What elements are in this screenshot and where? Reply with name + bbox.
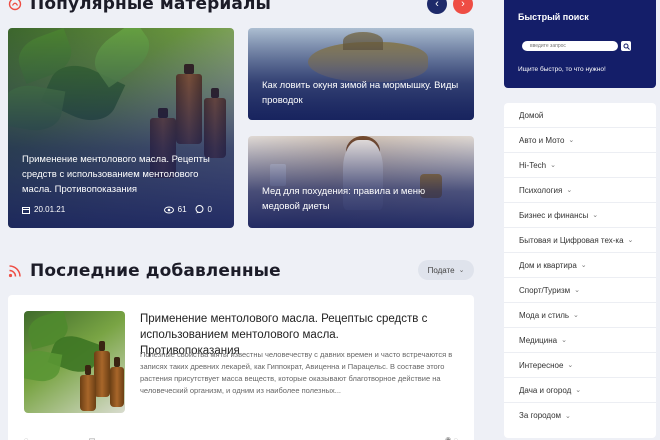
- post-meta: ◌ ▭ ◉ ◌: [24, 435, 458, 440]
- category-item[interactable]: Психология ⌄: [504, 178, 656, 203]
- category-label: Дом и квартира: [519, 260, 577, 270]
- chevron-right-icon: ›: [461, 0, 465, 10]
- chevron-down-icon: ⌄: [568, 137, 575, 144]
- category-item[interactable]: Авто и Мото ⌄: [504, 128, 656, 153]
- category-label: Медицина: [519, 335, 558, 345]
- post-excerpt: Полезные свойства мяты известны человече…: [140, 350, 453, 395]
- post-author-icon: ◌: [24, 435, 29, 440]
- date-meta: 20.01.21: [22, 205, 65, 214]
- chevron-down-icon: ⌄: [627, 237, 634, 244]
- popular-section-header: Популярные материалы: [8, 0, 271, 14]
- category-item[interactable]: Интересное ⌄: [504, 353, 656, 378]
- popular-card[interactable]: Применение ментолового масла. Рецепты ср…: [8, 28, 234, 228]
- sort-dropdown[interactable]: Подате ⌄: [418, 260, 474, 280]
- post-date-icon: ▭: [88, 435, 96, 440]
- category-item[interactable]: Бытовая и Цифровая тех-ка ⌄: [504, 228, 656, 253]
- popular-card[interactable]: Мед для похудения: правила и меню медово…: [248, 136, 474, 228]
- quick-search-title: Быстрый поиск: [518, 12, 589, 22]
- category-item[interactable]: Дача и огород ⌄: [504, 378, 656, 403]
- search-button[interactable]: [621, 41, 631, 51]
- carousel-next-button[interactable]: ›: [453, 0, 473, 14]
- category-label: Мода и стиль: [519, 310, 570, 320]
- category-label: Бизнес и финансы: [519, 210, 589, 220]
- chevron-down-icon: ⌄: [561, 337, 567, 344]
- calendar-icon: [22, 206, 30, 214]
- post-stats-icon: ◉ ◌: [444, 435, 458, 440]
- category-label: Спорт/Туризм: [519, 285, 571, 295]
- search-input[interactable]: [522, 41, 618, 51]
- chevron-down-icon: ⌄: [580, 262, 587, 269]
- category-label: За городом: [519, 411, 562, 420]
- chevron-down-icon: ⌄: [565, 412, 571, 420]
- popular-heading: Популярные материалы: [30, 0, 271, 14]
- chevron-down-icon: ⌄: [550, 162, 556, 169]
- carousel-prev-button[interactable]: ‹: [427, 0, 447, 14]
- popular-card-title[interactable]: Как ловить окуня зимой на мормышку. Виды…: [262, 78, 460, 108]
- category-item[interactable]: Бизнес и финансы ⌄: [504, 203, 656, 228]
- category-label: Дача и огород: [519, 385, 572, 395]
- popular-carousel-nav: ‹ ›: [427, 0, 473, 14]
- category-label: Авто и Мото: [519, 135, 565, 145]
- rss-icon: [8, 265, 21, 278]
- latest-heading: Последние добавленные: [30, 261, 281, 281]
- popular-card[interactable]: Как ловить окуня зимой на мормышку. Виды…: [248, 28, 474, 120]
- category-menu: Домой Авто и Мото ⌄ Hi-Tech ⌄ Психология ⌄ Бизн…: [504, 103, 656, 438]
- popular-card-date: 20.01.21: [34, 205, 66, 214]
- popular-card-comments: 0: [207, 205, 212, 214]
- chevron-down-icon: ⌄: [458, 267, 465, 274]
- popular-card-meta: 20.01.21 61 0: [22, 205, 212, 214]
- category-label: Бытовая и Цифровая тех-ка: [519, 235, 624, 245]
- popular-card-title[interactable]: Применение ментолового масла. Рецепты ср…: [22, 152, 220, 197]
- latest-post: Применение ментолового масла. Рецептыс с…: [8, 295, 474, 440]
- sort-dropdown-label: Подате: [427, 265, 455, 275]
- chevron-down-icon: ⌄: [566, 187, 573, 194]
- chevron-down-icon: ⌄: [567, 362, 574, 369]
- post-thumbnail[interactable]: [24, 311, 125, 413]
- category-item[interactable]: Спорт/Туризм ⌄: [504, 278, 656, 303]
- quick-search-widget: Быстрый поиск Ищите быстро, то что нужно…: [504, 0, 656, 88]
- category-item[interactable]: Hi-Tech ⌄: [504, 153, 656, 178]
- category-label: Психология: [519, 185, 563, 195]
- chevron-down-icon: ⌄: [592, 212, 599, 219]
- quick-search-note: Ищите быстро, то что нужно!: [518, 66, 606, 73]
- category-item[interactable]: За городом ⌄: [504, 403, 656, 428]
- chevron-down-icon: ⌄: [574, 287, 581, 294]
- search-icon: [623, 43, 630, 50]
- category-label: Hi-Tech: [519, 160, 547, 170]
- stats-meta: 61 0: [163, 205, 212, 214]
- chevron-left-icon: ‹: [435, 0, 439, 10]
- category-item[interactable]: Медицина ⌄: [504, 328, 656, 353]
- category-item[interactable]: Дом и квартира ⌄: [504, 253, 656, 278]
- comment-icon: [195, 205, 204, 214]
- fire-icon: [8, 0, 22, 11]
- chevron-down-icon: ⌄: [573, 312, 579, 319]
- latest-section-header: Последние добавленные: [8, 261, 281, 281]
- category-label: Интересное: [519, 360, 564, 370]
- category-item[interactable]: Мода и стиль ⌄: [504, 303, 656, 328]
- eye-icon: [163, 206, 174, 213]
- category-label: Домой: [519, 110, 544, 120]
- popular-card-views: 61: [177, 205, 187, 214]
- category-item[interactable]: Домой: [504, 103, 656, 128]
- popular-card-title[interactable]: Мед для похудения: правила и меню медово…: [262, 184, 460, 214]
- chevron-down-icon: ⌄: [575, 387, 582, 394]
